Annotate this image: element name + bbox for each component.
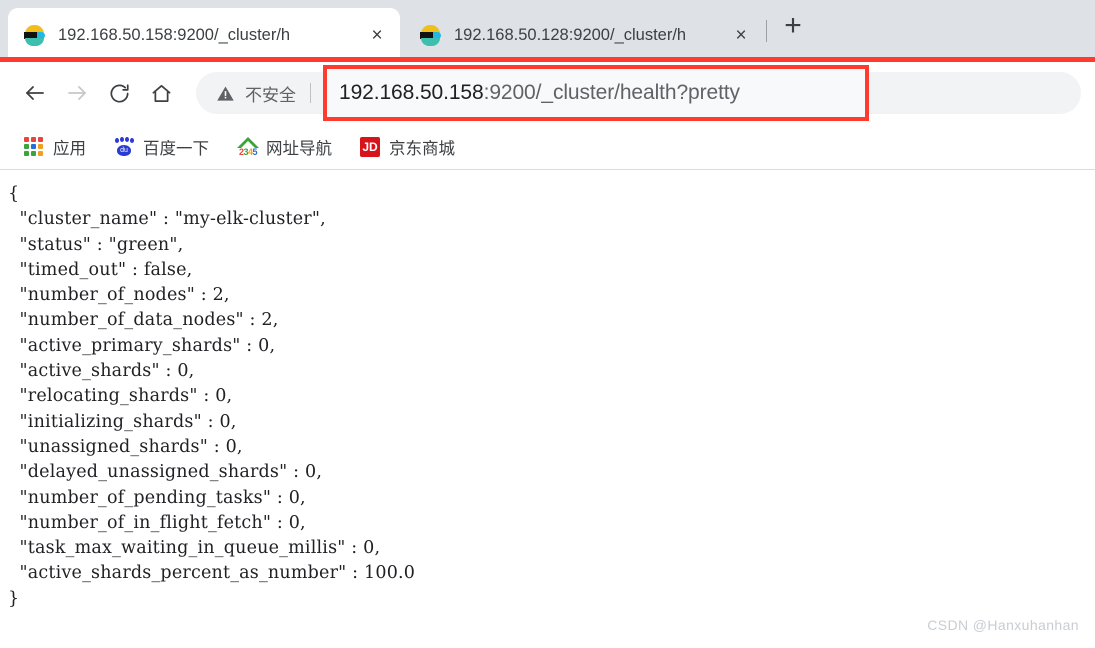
nav2345-house-icon: 2345 bbox=[237, 136, 259, 157]
url-path: :9200/_cluster/health?pretty bbox=[483, 81, 740, 104]
bookmarks-bar: 应用 du 百度一下 2345 网址导航 JD 京东商城 bbox=[0, 124, 1095, 170]
bookmark-nav2345[interactable]: 2345 网址导航 bbox=[227, 131, 342, 163]
tab-divider bbox=[766, 20, 767, 42]
bookmark-jd[interactable]: JD 京东商城 bbox=[350, 131, 465, 163]
tab-title: 192.168.50.158:9200/_cluster/h bbox=[58, 25, 291, 44]
baidu-du-text: du bbox=[120, 146, 128, 154]
close-icon[interactable]: × bbox=[728, 22, 754, 48]
jd-icon: JD bbox=[360, 136, 380, 157]
home-icon[interactable] bbox=[140, 72, 182, 114]
watermark-text: CSDN @Hanxuhanhan bbox=[927, 617, 1079, 633]
browser-tab-active[interactable]: 192.168.50.158:9200/_cluster/h × bbox=[8, 8, 400, 62]
bookmark-label: 百度一下 bbox=[143, 139, 209, 158]
arrow-right-icon bbox=[56, 72, 98, 114]
annotation-red-line bbox=[0, 57, 1095, 62]
tab-strip: 192.168.50.158:9200/_cluster/h × 192.168… bbox=[0, 0, 1095, 62]
url-host: 192.168.50.158 bbox=[339, 81, 484, 104]
bookmark-label: 应用 bbox=[53, 139, 86, 158]
json-response-body: { "cluster_name" : "my-elk-cluster", "st… bbox=[8, 184, 416, 609]
page-content: { "cluster_name" : "my-elk-cluster", "st… bbox=[0, 170, 1095, 645]
omnibox-divider bbox=[310, 83, 311, 103]
warning-triangle-icon[interactable] bbox=[216, 84, 235, 103]
bookmark-label: 京东商城 bbox=[389, 139, 455, 158]
bookmark-apps[interactable]: 应用 bbox=[14, 131, 96, 163]
browser-toolbar: 不安全 192.168.50.158:9200/_cluster/health?… bbox=[0, 62, 1095, 124]
bookmark-label: 网址导航 bbox=[266, 139, 332, 158]
close-icon[interactable]: × bbox=[364, 22, 390, 48]
reload-icon[interactable] bbox=[98, 72, 140, 114]
elasticsearch-icon bbox=[420, 24, 442, 46]
new-tab-button[interactable]: + bbox=[777, 10, 809, 42]
apps-grid-icon bbox=[24, 136, 44, 157]
baidu-paw-icon: du bbox=[114, 136, 134, 157]
security-status-label: 不安全 bbox=[245, 85, 296, 105]
address-bar[interactable]: 不安全 192.168.50.158:9200/_cluster/health?… bbox=[196, 65, 1081, 121]
url-highlight-box[interactable]: 192.168.50.158:9200/_cluster/health?pret… bbox=[323, 65, 869, 121]
browser-tab-inactive[interactable]: 192.168.50.128:9200/_cluster/h × bbox=[404, 8, 764, 62]
tab-title: 192.168.50.128:9200/_cluster/h bbox=[454, 25, 687, 44]
elasticsearch-icon bbox=[24, 24, 46, 46]
bookmark-baidu[interactable]: du 百度一下 bbox=[104, 131, 219, 163]
arrow-left-icon[interactable] bbox=[14, 72, 56, 114]
